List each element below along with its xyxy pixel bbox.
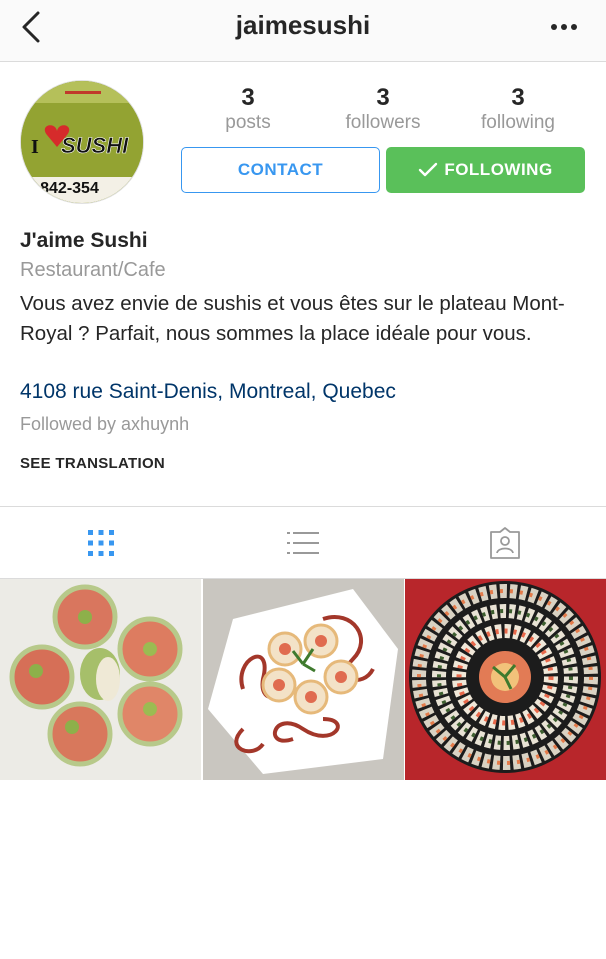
stat-following-label: following [481,112,555,133]
contact-button[interactable]: CONTACT [181,147,380,193]
posts-grid [0,579,606,780]
post-image-sushi-rolls [0,579,201,780]
profile-stats: 3 posts 3 followers 3 following [180,84,590,134]
stat-posts[interactable]: 3 posts [180,84,316,134]
stat-followers[interactable]: 3 followers [315,84,451,134]
see-translation-link[interactable]: SEE TRANSLATION [20,455,165,472]
stat-following[interactable]: 3 following [450,84,586,134]
top-nav-bar: jaimesushi [0,0,606,62]
stat-following-count: 3 [511,84,525,111]
following-button[interactable]: FOLLOWING [386,147,585,193]
profile-display-name: J'aime Sushi [20,229,148,252]
avatar-logo-text: SUSHI [61,133,129,158]
following-button-label: FOLLOWING [444,160,553,179]
post-image-rolls-sauce [203,579,404,780]
grid-icon [88,530,114,556]
stat-posts-label: posts [225,112,271,133]
post-thumbnail-2[interactable] [203,579,404,780]
stat-followers-label: followers [345,112,421,133]
more-options-button[interactable] [548,14,584,40]
stat-posts-count: 3 [241,84,255,111]
tab-grid-view[interactable] [0,507,202,579]
post-thumbnail-1[interactable] [0,579,201,780]
avatar-phone: 14-842-354 [21,180,99,197]
avatar-prefix: I [31,136,39,158]
post-thumbnail-3[interactable] [405,579,606,780]
profile-address-link[interactable]: 4108 rue Saint-Denis, Montreal, Quebec [20,380,396,404]
profile-username: jaimesushi [235,10,371,40]
more-dots-icon [551,24,577,30]
profile-bio-text: Vous avez envie de sushis et vous êtes s… [20,292,565,345]
tab-list-view[interactable] [202,507,404,579]
profile-avatar[interactable]: I SUSHI 14-842-354 [20,80,144,204]
profile-category: Restaurant/Cafe [20,259,166,281]
followed-by-text[interactable]: Followed by axhuynh [20,414,189,435]
tab-tagged[interactable] [404,507,606,579]
checkmark-icon [419,162,438,177]
list-icon [287,532,319,554]
profile-view-tabs [0,506,606,579]
stat-followers-count: 3 [376,84,390,111]
tagged-person-icon [490,527,520,559]
post-image-sushi-platter [405,579,606,780]
avatar-logo-image: I SUSHI 14-842-354 [21,81,143,203]
